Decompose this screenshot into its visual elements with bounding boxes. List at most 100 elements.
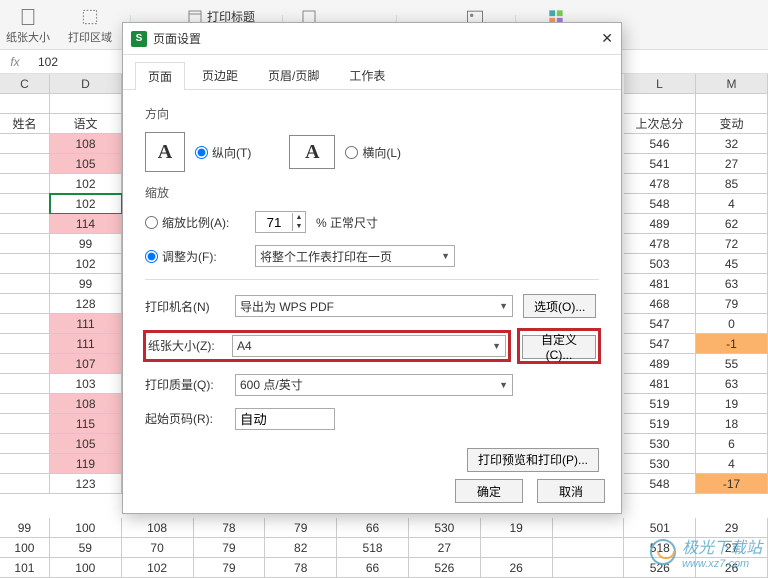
cell[interactable]: 478 (624, 234, 696, 254)
tab-margins[interactable]: 页边距 (189, 61, 251, 89)
cell[interactable]: 99 (50, 274, 122, 294)
cell[interactable]: 19 (481, 518, 553, 538)
cell[interactable]: 526 (409, 558, 481, 578)
paper-size-select[interactable]: A4▼ (232, 335, 506, 357)
cell[interactable]: 102 (50, 174, 122, 194)
spin-up-icon[interactable]: ▲ (293, 213, 305, 222)
scale-fit-radio[interactable]: 调整为(F): (145, 248, 245, 265)
cell[interactable]: 518 (337, 538, 409, 558)
col-L[interactable]: L (624, 74, 696, 94)
cell[interactable]: 79 (194, 538, 266, 558)
cell[interactable]: -1 (696, 334, 768, 354)
tab-page[interactable]: 页面 (135, 62, 185, 90)
cell[interactable]: 105 (50, 154, 122, 174)
cell[interactable]: 489 (624, 354, 696, 374)
cell[interactable]: 66 (337, 558, 409, 578)
cell[interactable]: 4 (696, 194, 768, 214)
cell[interactable]: 0 (696, 314, 768, 334)
cell[interactable] (481, 538, 553, 558)
cell[interactable] (553, 518, 625, 538)
cell[interactable]: 547 (624, 334, 696, 354)
cancel-button[interactable]: 取消 (537, 479, 605, 503)
cell[interactable]: 102 (50, 254, 122, 274)
cell[interactable]: 63 (696, 374, 768, 394)
cell[interactable]: 32 (696, 134, 768, 154)
tb-print-area[interactable]: 打印区域 (68, 7, 112, 45)
cell[interactable]: 519 (624, 394, 696, 414)
cell[interactable]: 489 (624, 214, 696, 234)
cell[interactable]: 547 (624, 314, 696, 334)
cell[interactable]: 107 (50, 354, 122, 374)
col-C[interactable]: C (0, 74, 50, 94)
tab-sheet[interactable]: 工作表 (336, 61, 398, 89)
cell[interactable]: 55 (696, 354, 768, 374)
hdr-change[interactable]: 变动 (696, 114, 768, 134)
hdr-yuwen[interactable]: 语文 (50, 114, 122, 134)
cell[interactable]: 72 (696, 234, 768, 254)
cell[interactable]: 530 (624, 434, 696, 454)
spin-down-icon[interactable]: ▼ (293, 222, 305, 231)
print-preview-button[interactable]: 打印预览和打印(P)... (467, 448, 599, 472)
portrait-radio[interactable]: 纵向(T) (195, 144, 251, 161)
cell[interactable]: 26 (481, 558, 553, 578)
cell[interactable]: 530 (409, 518, 481, 538)
cell[interactable]: 102 (50, 194, 122, 214)
cell[interactable] (553, 538, 625, 558)
hdr-total[interactable]: 上次总分 (624, 114, 696, 134)
landscape-radio[interactable]: 横向(L) (345, 144, 401, 161)
cell[interactable]: 100 (0, 538, 50, 558)
cell[interactable]: 27 (409, 538, 481, 558)
cell[interactable]: 481 (624, 274, 696, 294)
cell[interactable]: 103 (50, 374, 122, 394)
cell[interactable]: 78 (265, 558, 337, 578)
cell[interactable]: 45 (696, 254, 768, 274)
cell[interactable]: 503 (624, 254, 696, 274)
cell[interactable]: 101 (0, 558, 50, 578)
cell[interactable]: 548 (624, 194, 696, 214)
cell[interactable]: 59 (50, 538, 122, 558)
cell[interactable]: 128 (50, 294, 122, 314)
quality-select[interactable]: 600 点/英寸▼ (235, 374, 513, 396)
cell[interactable]: 79 (696, 294, 768, 314)
cell[interactable]: 79 (194, 558, 266, 578)
cell[interactable]: 99 (0, 518, 50, 538)
printer-select[interactable]: 导出为 WPS PDF▼ (235, 295, 513, 317)
cell[interactable]: 114 (50, 214, 122, 234)
cell[interactable]: 108 (122, 518, 194, 538)
cell[interactable]: 27 (696, 154, 768, 174)
scale-ratio-radio[interactable]: 缩放比例(A): (145, 214, 245, 231)
cell[interactable]: 478 (624, 174, 696, 194)
cell[interactable]: 62 (696, 214, 768, 234)
cell[interactable]: 79 (265, 518, 337, 538)
cell[interactable]: 63 (696, 274, 768, 294)
close-icon[interactable]: ✕ (601, 30, 613, 47)
tb-paper-size[interactable]: 纸张大小 (6, 7, 50, 45)
cell[interactable]: 481 (624, 374, 696, 394)
cell[interactable]: 82 (265, 538, 337, 558)
col-D[interactable]: D (50, 74, 122, 94)
cell[interactable] (553, 558, 625, 578)
cell[interactable]: 85 (696, 174, 768, 194)
cell[interactable]: 6 (696, 434, 768, 454)
cell[interactable]: 100 (50, 518, 122, 538)
scale-ratio-input[interactable]: ▲▼ (255, 211, 306, 233)
cell[interactable]: 108 (50, 394, 122, 414)
formula-value[interactable]: 102 (30, 55, 58, 69)
cell[interactable]: 100 (50, 558, 122, 578)
cell[interactable]: 111 (50, 314, 122, 334)
cell[interactable]: 105 (50, 434, 122, 454)
ok-button[interactable]: 确定 (455, 479, 523, 503)
first-page-input[interactable] (235, 408, 335, 430)
cell[interactable]: 548 (624, 474, 696, 494)
cell[interactable]: 66 (337, 518, 409, 538)
col-M[interactable]: M (696, 74, 768, 94)
cell[interactable]: 78 (194, 518, 266, 538)
cell[interactable]: 546 (624, 134, 696, 154)
cell[interactable]: 115 (50, 414, 122, 434)
cell[interactable]: 19 (696, 394, 768, 414)
cell[interactable]: 70 (122, 538, 194, 558)
cell[interactable]: 18 (696, 414, 768, 434)
cell[interactable]: 123 (50, 474, 122, 494)
cell[interactable]: 530 (624, 454, 696, 474)
cell[interactable]: 468 (624, 294, 696, 314)
